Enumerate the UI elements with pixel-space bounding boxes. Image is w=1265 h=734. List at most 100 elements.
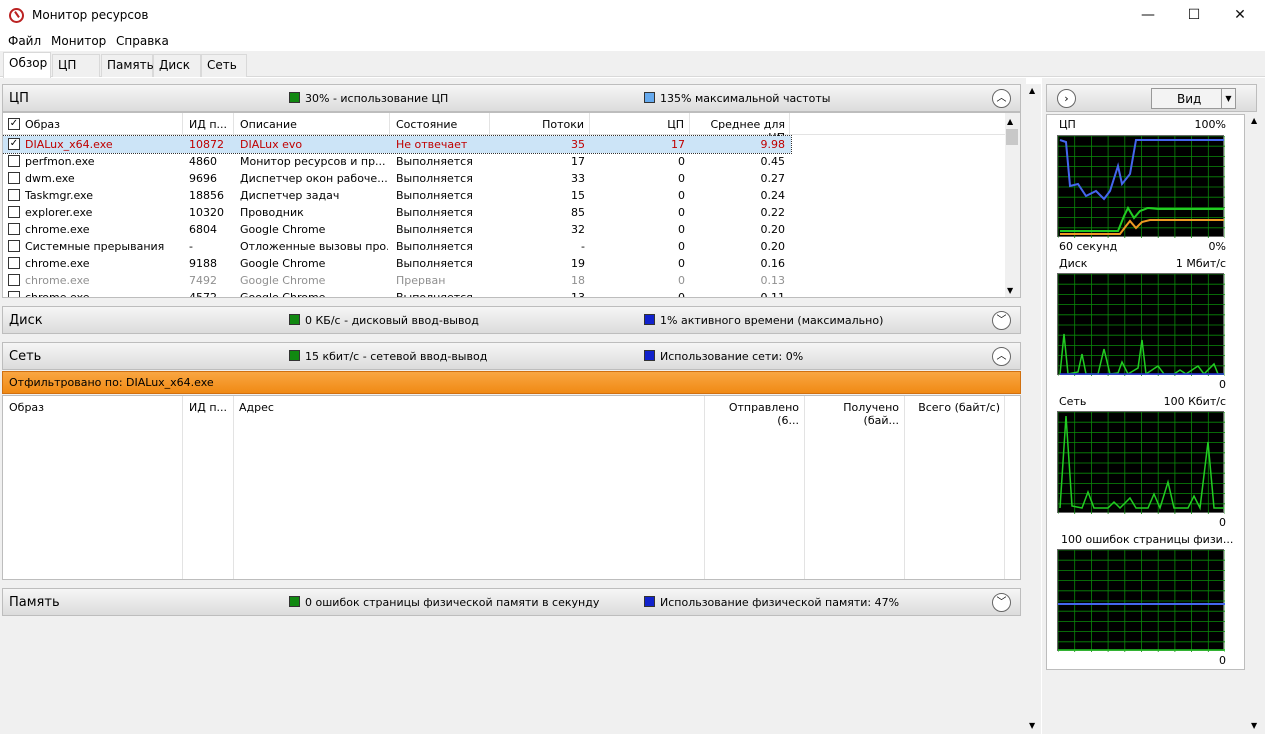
menu-monitor[interactable]: Монитор [51,34,106,48]
chevron-up-icon[interactable]: ︿ [992,347,1011,366]
disk-io-legend-icon [289,314,300,325]
cell-description: Диспетчер задач [240,189,340,202]
memory-usage-stat: Использование физической памяти: 47% [644,596,899,609]
row-checkbox[interactable] [8,223,20,235]
graph-network-min: 0 [1219,516,1226,529]
tab-disk[interactable]: Диск [153,54,201,77]
row-checkbox[interactable] [8,206,20,218]
network-io-text: 15 кбит/с - сетевой ввод-вывод [305,350,488,363]
chevron-up-icon[interactable]: ︿ [992,89,1011,108]
table-row[interactable]: ✓ DIALux_x64.exe 10872 DIALux evo Не отвечае… [3,135,792,154]
chevron-right-icon[interactable]: › [1057,89,1076,108]
table-row[interactable]: chrome.exe 9188 Google Chrome Выполняется 19… [3,255,1008,272]
col-pid[interactable]: ИД п... [189,113,234,135]
cell-avg-cpu: 0.16 [760,257,786,270]
cell-image: chrome.exe [25,257,90,270]
table-row[interactable]: perfmon.exe 4860 Монитор ресурсов и пр... В… [3,153,1008,170]
table-row[interactable]: Taskmgr.exe 18856 Диспетчер задач Выполняет… [3,187,1008,204]
cell-state: Не отвечает [396,138,468,151]
scroll-down-icon[interactable]: ▼ [1029,721,1035,730]
row-checkbox[interactable]: ✓ [8,138,20,150]
scroll-up-icon[interactable]: ▲ [1251,116,1257,125]
chevron-down-icon[interactable]: ﹀ [992,311,1011,330]
table-row[interactable]: explorer.exe 10320 Проводник Выполняется 85 0… [3,204,1008,221]
cell-cpu: 0 [678,257,685,270]
main-scrollbar[interactable]: ▲ ▼ [1026,84,1041,734]
tab-overview[interactable]: Обзор [3,52,51,78]
graph-network-max: 100 Кбит/с [1163,395,1226,408]
col-cpu[interactable]: ЦП [591,113,690,135]
scroll-down-icon[interactable]: ▼ [1007,286,1013,295]
col-description[interactable]: Описание [240,113,390,135]
graph-memory-min: 0 [1219,654,1226,667]
memory-faults-stat: 0 ошибок страницы физической памяти в се… [289,596,599,609]
row-checkbox[interactable] [8,257,20,269]
filter-bar: Отфильтровано по: DIALux_x64.exe [2,371,1021,394]
graph-cpu-max: 100% [1194,118,1226,131]
table-row[interactable]: chrome.exe 6804 Google Chrome Выполняется 32… [3,221,1008,238]
chevron-down-icon[interactable]: ﹀ [992,593,1011,612]
tab-cpu[interactable]: ЦП [52,54,100,77]
col-state[interactable]: Состояние [396,113,490,135]
table-row[interactable]: dwm.exe 9696 Диспетчер окон рабоче... Выпол… [3,170,1008,187]
graphs-scrollbar[interactable]: ▲ ▼ [1248,114,1263,734]
main-pane: ЦП 30% - использование ЦП 135% максималь… [0,78,1026,734]
memory-section-header[interactable]: Память 0 ошибок страницы физической памя… [2,588,1021,616]
menu-help[interactable]: Справка [116,34,169,48]
view-button-label: Вид [1177,92,1202,106]
net-col-pid[interactable]: ИД п... [189,396,234,579]
net-col-total[interactable]: Всего (байт/с) [905,396,1005,579]
cell-avg-cpu: 0.20 [760,223,786,236]
scroll-up-icon[interactable]: ▲ [1007,117,1013,126]
minimize-button[interactable]: — [1125,0,1171,31]
cell-threads: 33 [571,172,585,185]
row-checkbox[interactable] [8,189,20,201]
cell-cpu: 0 [678,291,685,298]
select-all-checkbox[interactable]: ✓ [8,118,20,130]
network-usage-stat: Использование сети: 0% [644,350,803,363]
cell-description: Диспетчер окон рабоче... [240,172,388,185]
net-col-sent[interactable]: Отправлено (6... [705,396,805,579]
cell-description: Google Chrome [240,223,326,236]
scroll-thumb[interactable] [1006,129,1018,145]
close-button[interactable]: ✕ [1217,0,1263,31]
dropdown-arrow-icon[interactable]: ▼ [1221,89,1235,108]
network-activity-table: Образ ИД п... Адрес Отправлено (6... Пол… [2,395,1021,580]
row-checkbox[interactable] [8,172,20,184]
cpu-section-header[interactable]: ЦП 30% - использование ЦП 135% максималь… [2,84,1021,112]
row-checkbox[interactable] [8,291,20,297]
col-threads[interactable]: Потоки [495,113,590,135]
net-col-address[interactable]: Адрес [239,396,705,579]
row-checkbox[interactable] [8,274,20,286]
disk-section-header[interactable]: Диск 0 КБ/с - дисковый ввод-вывод 1% акт… [2,306,1021,334]
network-section-header[interactable]: Сеть 15 кбит/с - сетевой ввод-вывод Испо… [2,342,1021,370]
disk-active-legend-icon [644,314,655,325]
col-image[interactable]: Образ [25,113,183,135]
cpu-max-frequency-line [1059,139,1224,201]
scroll-down-icon[interactable]: ▼ [1251,721,1257,730]
table-row[interactable]: chrome.exe 7492 Google Chrome Прерван 18 0 0.1… [3,272,1008,289]
cell-pid: - [189,240,193,253]
cell-cpu: 17 [671,138,685,151]
table-row[interactable]: Системные прерывания - Отложенные вызовы п… [3,238,1008,255]
table-row[interactable]: chrome.exe 4572 Google Chrome Выполняется 13… [3,289,1008,298]
tab-memory[interactable]: Память [101,54,154,77]
maximize-button[interactable]: ☐ [1171,0,1217,31]
menu-file[interactable]: Файл [8,34,41,48]
row-checkbox[interactable] [8,240,20,252]
col-avg-cpu[interactable]: Среднее для ЦП [691,113,790,144]
row-checkbox[interactable] [8,155,20,167]
graphs-pane-header: › Вид ▼ [1046,84,1257,112]
memory-faults-legend-icon [289,596,300,607]
network-io-stat: 15 кбит/с - сетевой ввод-вывод [289,350,487,363]
net-col-received[interactable]: Получено (бай... [805,396,905,579]
cell-cpu: 0 [678,274,685,287]
net-col-image[interactable]: Образ [9,396,183,579]
cpu-table-scrollbar[interactable]: ▲ ▼ [1005,113,1020,297]
cell-image: Taskmgr.exe [25,189,93,202]
tab-network[interactable]: Сеть [201,54,247,77]
view-button[interactable]: Вид ▼ [1151,88,1236,109]
scroll-up-icon[interactable]: ▲ [1029,86,1035,95]
cpu-usage-stat: 30% - использование ЦП [289,92,448,105]
graph-network-title: Сеть [1059,395,1087,408]
